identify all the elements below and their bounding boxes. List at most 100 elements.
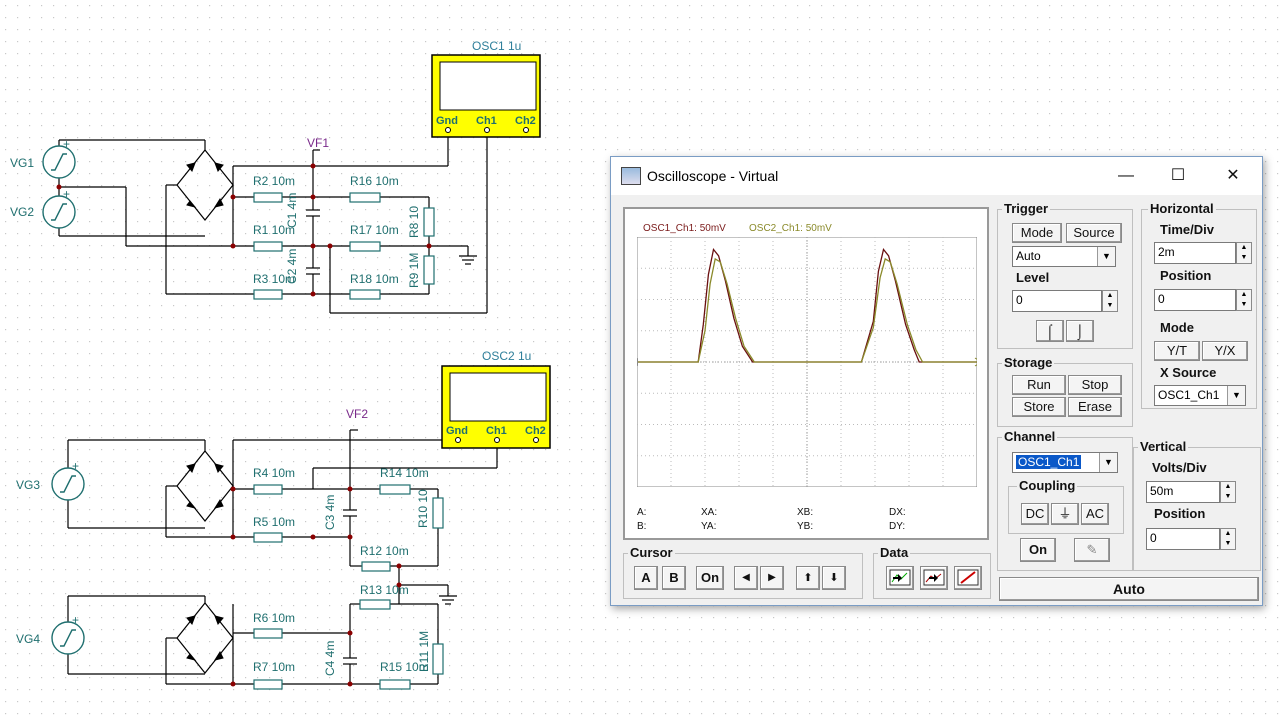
label-vf2: VF2 [346, 407, 368, 421]
trigger-mode-button[interactable]: Mode [1012, 223, 1062, 243]
coupling-dc-button[interactable]: DC [1021, 503, 1049, 525]
svg-text:+: + [63, 137, 70, 151]
volts-div-spinner[interactable]: ▲ ▼ [1220, 481, 1236, 503]
label-r10: R10 10 [416, 489, 430, 528]
readout-xb: XB: [797, 507, 814, 518]
channel-on-button[interactable]: On [1020, 538, 1056, 562]
label-r4: R4 10m [253, 466, 295, 480]
trigger-source-button[interactable]: Source [1066, 223, 1122, 243]
horizontal-group: Horizontal Time/Div 2m ▲ ▼ Position 0 ▲ ▼ … [1141, 201, 1257, 409]
waveform-plot[interactable] [637, 237, 977, 487]
mode-yt-button[interactable]: Y/T [1154, 341, 1200, 361]
label-r18: R18 10m [350, 272, 399, 286]
label-osc2: OSC2 1u [482, 349, 531, 363]
probe-icon[interactable]: ✎ [1074, 538, 1110, 562]
x-source-select[interactable]: OSC1_Ch1 ▼ [1154, 385, 1246, 406]
vertical-position-spinner[interactable]: ▲ ▼ [1220, 528, 1236, 550]
label-c3: C3 4m [323, 495, 337, 530]
trigger-level-spinner[interactable]: ▲ ▼ [1102, 290, 1118, 312]
vertical-title: Vertical [1138, 439, 1189, 454]
clear-data-icon[interactable] [954, 566, 982, 590]
trigger-mode-select[interactable]: Auto ▼ [1012, 246, 1116, 267]
osc1-pin-gnd: Gnd [436, 115, 458, 127]
cursor-a-button[interactable]: A [634, 566, 658, 590]
erase-button[interactable]: Erase [1068, 397, 1122, 417]
osc2-pin-ch1: Ch1 [486, 425, 507, 437]
vertical-position-input[interactable]: 0 [1146, 528, 1220, 550]
falling-edge-icon[interactable]: ⌡ [1066, 320, 1094, 342]
ground-marker-icon [637, 358, 638, 366]
chevron-down-icon: ▼ [1097, 247, 1115, 266]
horizontal-position-input[interactable]: 0 [1154, 289, 1236, 311]
close-button[interactable]: ✕ [1218, 163, 1248, 189]
storage-title: Storage [1002, 355, 1055, 370]
minimize-button[interactable]: — [1111, 163, 1141, 189]
trigger-group: Trigger Mode Source Auto ▼ Level 0 ▲ ▼ ⌠ … [997, 201, 1133, 349]
readout-a: A: [637, 507, 647, 518]
label-vg3: VG3 [16, 478, 40, 492]
auto-button[interactable]: Auto [999, 577, 1259, 601]
svg-text:+: + [72, 459, 79, 473]
window-titlebar[interactable]: Oscilloscope - Virtual — ☐ ✕ [611, 157, 1262, 195]
svg-text:+: + [63, 187, 70, 201]
window-title: Oscilloscope - Virtual [647, 168, 779, 184]
chevron-down-icon: ▼ [1099, 453, 1117, 472]
stop-button[interactable]: Stop [1068, 375, 1122, 395]
time-div-input[interactable]: 2m [1154, 242, 1236, 264]
export-data-icon[interactable] [920, 566, 948, 590]
oscilloscope-window[interactable]: Oscilloscope - Virtual — ☐ ✕ OSC1_Ch1: 5… [610, 156, 1263, 606]
osc1-pin-ch1: Ch1 [476, 115, 497, 127]
trigger-level-input[interactable]: 0 [1012, 290, 1102, 312]
label-r17: R17 10m [350, 223, 399, 237]
store-button[interactable]: Store [1012, 397, 1066, 417]
label-r11: R11 1M [417, 631, 431, 672]
osc2-pin-ch2: Ch2 [525, 425, 546, 437]
legend-osc2: OSC2_Ch1: 50mV [749, 223, 832, 234]
label-r9: R9 1M [407, 253, 421, 288]
osc2-pin-gnd: Gnd [446, 425, 468, 437]
label-r6: R6 10m [253, 611, 295, 625]
coupling-gnd-button[interactable]: ⏚ [1051, 503, 1079, 525]
label-r14: R14 10m [380, 466, 429, 480]
run-button[interactable]: Run [1012, 375, 1066, 395]
readout-dy: DY: [889, 521, 906, 532]
arrow-down-icon[interactable]: ⬇ [822, 566, 846, 590]
osc1-pin-ch2: Ch2 [515, 115, 536, 127]
coupling-ac-button[interactable]: AC [1081, 503, 1109, 525]
channel-title: Channel [1002, 429, 1058, 444]
horizontal-position-spinner[interactable]: ▲ ▼ [1236, 289, 1252, 311]
arrow-left-icon[interactable]: ◀ [734, 566, 758, 590]
cursor-b-button[interactable]: B [662, 566, 686, 590]
trigger-level-label: Level [1014, 270, 1052, 285]
label-r12: R12 10m [360, 544, 409, 558]
label-r5: R5 10m [253, 515, 295, 529]
horizontal-position-label: Position [1158, 268, 1214, 283]
vertical-position-label: Position [1152, 506, 1208, 521]
time-div-label: Time/Div [1158, 222, 1216, 237]
channel-select[interactable]: OSC1_Ch1 ▼ [1012, 452, 1118, 473]
trigger-mode-value: Auto [1016, 249, 1041, 263]
export-waveform-icon[interactable] [886, 566, 914, 590]
svg-text:+: + [72, 613, 79, 627]
x-source-label: X Source [1158, 365, 1219, 380]
label-vg1: VG1 [10, 156, 34, 170]
scope-screen[interactable]: OSC1_Ch1: 50mV OSC2_Ch1: 50mV A: B: XA: … [623, 207, 989, 540]
readout-ya: YA: [701, 521, 717, 532]
app-icon [621, 167, 641, 185]
label-r13: R13 10m [360, 583, 409, 597]
arrow-up-icon[interactable]: ⬆ [796, 566, 820, 590]
volts-div-label: Volts/Div [1150, 460, 1209, 475]
cursor-on-button[interactable]: On [696, 566, 724, 590]
rising-edge-icon[interactable]: ⌠ [1036, 320, 1064, 342]
mode-yx-button[interactable]: Y/X [1202, 341, 1248, 361]
label-vf1: VF1 [307, 136, 329, 150]
data-title: Data [878, 545, 911, 560]
label-vg4: VG4 [16, 632, 40, 646]
volts-div-input[interactable]: 50m [1146, 481, 1220, 503]
label-osc1: OSC1 1u [472, 39, 521, 53]
time-div-spinner[interactable]: ▲ ▼ [1236, 242, 1252, 264]
maximize-button[interactable]: ☐ [1163, 163, 1193, 189]
x-source-value: OSC1_Ch1 [1158, 388, 1220, 402]
readout-xa: XA: [701, 507, 718, 518]
arrow-right-icon[interactable]: ▶ [760, 566, 784, 590]
